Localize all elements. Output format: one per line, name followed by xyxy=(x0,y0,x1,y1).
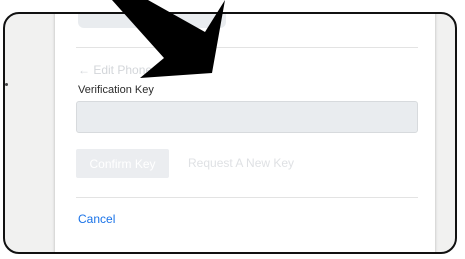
verification-key-input[interactable] xyxy=(76,101,418,133)
verification-key-label: Verification Key xyxy=(78,84,154,96)
bottom-divider xyxy=(76,197,418,198)
cancel-link[interactable]: Cancel xyxy=(78,212,115,226)
screenshot-canvas: ← Edit Phone Verification Key Confirm Ke… xyxy=(0,0,465,259)
previous-field-stub xyxy=(78,14,226,28)
frame-marker xyxy=(5,83,8,86)
top-divider xyxy=(76,47,418,48)
edit-phone-link[interactable]: ← Edit Phone xyxy=(78,63,152,77)
confirm-key-button[interactable]: Confirm Key xyxy=(76,149,169,178)
rounded-frame: ← Edit Phone Verification Key Confirm Ke… xyxy=(3,12,457,254)
request-new-key-link[interactable]: Request A New Key xyxy=(188,156,294,170)
verification-card: ← Edit Phone Verification Key Confirm Ke… xyxy=(55,14,435,252)
